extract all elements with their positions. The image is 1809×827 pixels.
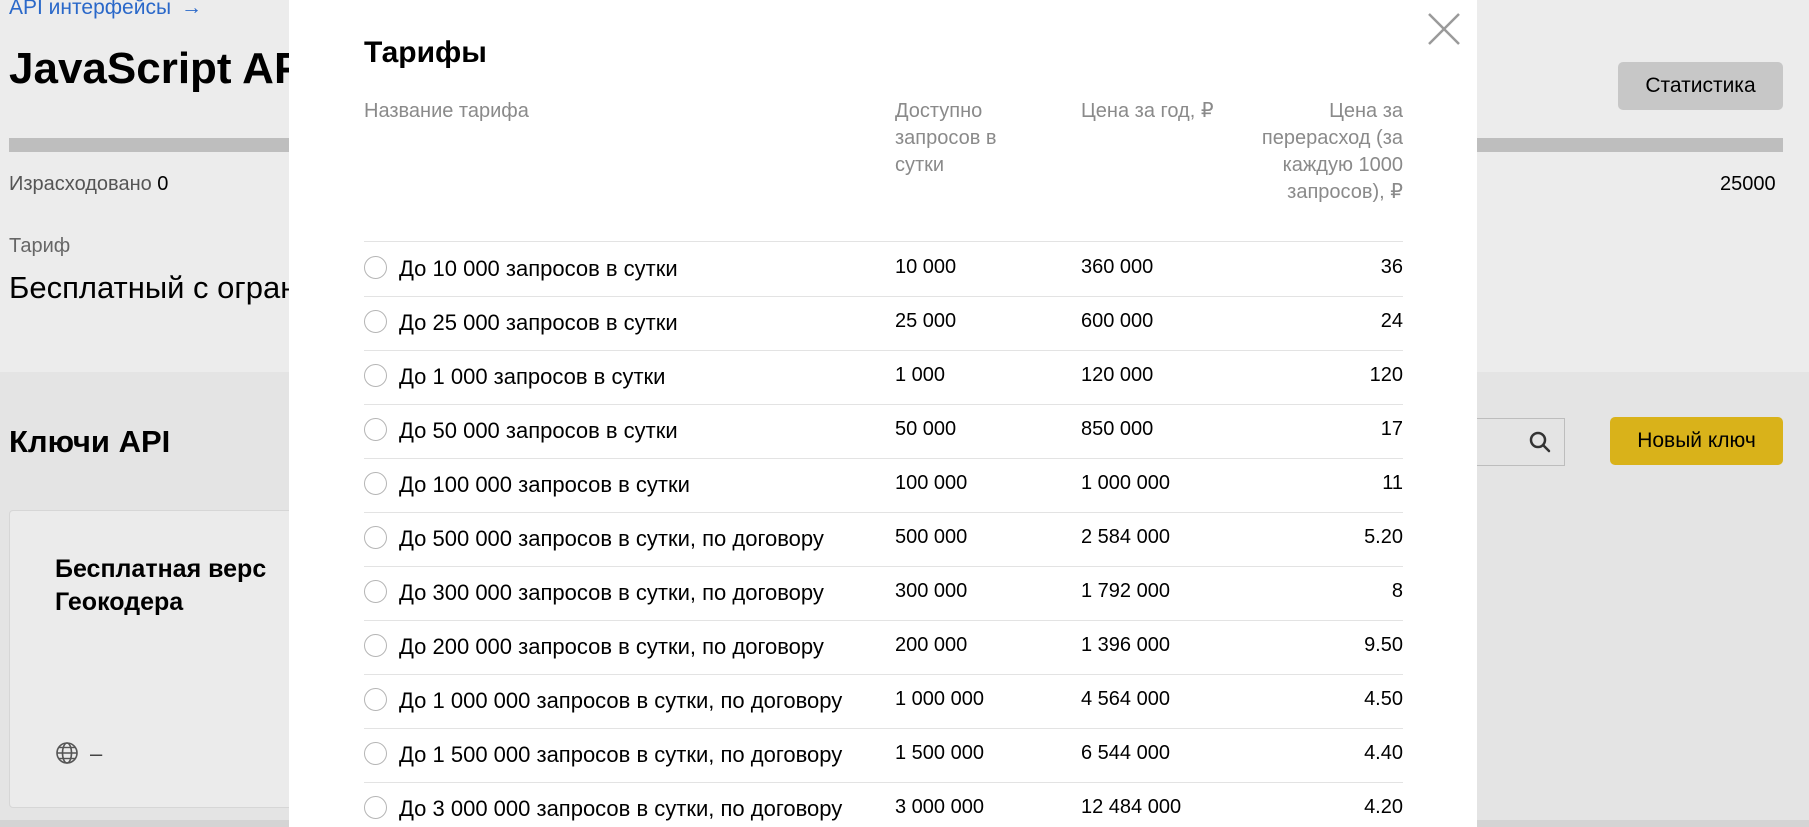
tariff-name: До 300 000 запросов в сутки, по договору — [399, 580, 824, 605]
tariff-available: 10 000 — [895, 256, 957, 278]
column-header-available: Доступно запросов в сутки — [895, 100, 997, 176]
tariff-year-price: 600 000 — [1081, 310, 1154, 332]
tariff-row[interactable]: До 3 000 000 запросов в сутки, по догово… — [364, 782, 1403, 827]
tariff-available: 50 000 — [895, 418, 957, 440]
tariff-row[interactable]: До 100 000 запросов в сутки 100 000 1 00… — [364, 458, 1403, 513]
tariff-name: До 1 000 запросов в сутки — [399, 364, 666, 389]
tariff-radio[interactable] — [364, 688, 387, 711]
tariff-year-price: 120 000 — [1081, 364, 1154, 386]
tariff-name: До 50 000 запросов в сутки — [399, 418, 678, 443]
modal-title: Тарифы — [364, 36, 487, 69]
tariff-available: 25 000 — [895, 310, 957, 332]
tariff-radio[interactable] — [364, 634, 387, 657]
tariff-overage-price: 4.50 — [1364, 688, 1403, 710]
tariff-year-price: 2 584 000 — [1081, 526, 1170, 548]
tariff-year-price: 360 000 — [1081, 256, 1154, 278]
tariff-year-price: 1 000 000 — [1081, 472, 1170, 494]
tariff-year-price: 850 000 — [1081, 418, 1154, 440]
search-icon[interactable] — [1528, 430, 1552, 454]
tariff-row[interactable]: До 300 000 запросов в сутки, по договору… — [364, 566, 1403, 621]
tariff-radio[interactable] — [364, 526, 387, 549]
column-header-name: Название тарифа — [364, 100, 529, 122]
tariff-row[interactable]: До 200 000 запросов в сутки, по договору… — [364, 620, 1403, 675]
breadcrumb-link[interactable]: API интерфейсы — [9, 0, 171, 19]
tariff-overage-price: 4.20 — [1364, 796, 1403, 818]
tariff-label: Тариф — [9, 235, 71, 257]
tariff-radio[interactable] — [364, 364, 387, 387]
tariff-name: До 1 000 000 запросов в сутки, по догово… — [399, 688, 843, 713]
tariff-overage-price: 8 — [1391, 580, 1403, 602]
tariff-radio[interactable] — [364, 472, 387, 495]
key-card-domain: – — [90, 741, 103, 766]
tariff-available: 200 000 — [895, 634, 968, 656]
tariff-row[interactable]: До 25 000 запросов в сутки 25 000 600 00… — [364, 296, 1403, 351]
tariff-radio[interactable] — [364, 796, 387, 819]
tariff-available: 100 000 — [895, 472, 968, 494]
tariff-overage-price: 17 — [1380, 418, 1403, 440]
tariff-row[interactable]: До 1 000 000 запросов в сутки, по догово… — [364, 674, 1403, 729]
tariff-name: До 25 000 запросов в сутки — [399, 310, 678, 335]
new-key-button[interactable]: Новый ключ — [1610, 417, 1783, 465]
tariff-radio[interactable] — [364, 310, 387, 333]
tariff-row[interactable]: До 50 000 запросов в сутки 50 000 850 00… — [364, 404, 1403, 459]
tariff-row[interactable]: До 500 000 запросов в сутки, по договору… — [364, 512, 1403, 567]
usage-spent-value: 0 — [157, 173, 169, 195]
tariff-available: 500 000 — [895, 526, 968, 548]
arrow-right-icon: → — [181, 0, 203, 19]
tariff-overage-price: 5.20 — [1364, 526, 1403, 548]
column-header-overage: Цена за перерасход (за каждую 1000 запро… — [1261, 100, 1403, 203]
tariff-name: До 10 000 запросов в сутки — [399, 256, 678, 281]
api-key-card[interactable]: Бесплатная верс Геокодера – — [9, 510, 311, 808]
tariff-available: 1 500 000 — [895, 742, 984, 764]
tariffs-modal: Тарифы Название тарифа Доступно запросов… — [289, 0, 1477, 827]
tariff-overage-price: 36 — [1380, 256, 1403, 278]
tariff-available: 300 000 — [895, 580, 968, 602]
tariff-row[interactable]: До 10 000 запросов в сутки 10 000 360 00… — [364, 242, 1403, 297]
tariff-row[interactable]: До 1 500 000 запросов в сутки, по догово… — [364, 728, 1403, 783]
tariff-overage-price: 4.40 — [1364, 742, 1403, 764]
tariff-value: Бесплатный с огран — [9, 270, 298, 305]
tariff-overage-price: 120 — [1369, 364, 1403, 386]
tariff-available: 1 000 — [895, 364, 946, 386]
tariff-radio[interactable] — [364, 418, 387, 441]
keys-section-title: Ключи API — [9, 424, 171, 459]
tariff-overage-price: 11 — [1382, 472, 1403, 494]
statistics-button[interactable]: Статистика — [1618, 62, 1783, 110]
tariff-year-price: 1 792 000 — [1081, 580, 1170, 602]
tariff-overage-price: 9.50 — [1364, 634, 1403, 656]
tariff-name: До 100 000 запросов в сутки — [399, 472, 690, 497]
column-header-year-price: Цена за год, ₽ — [1081, 100, 1214, 122]
tariff-name: До 500 000 запросов в сутки, по договору — [399, 526, 824, 551]
breadcrumb[interactable]: API интерфейсы → — [9, 0, 202, 20]
tariff-name: До 3 000 000 запросов в сутки, по догово… — [399, 796, 843, 821]
tariff-name: До 200 000 запросов в сутки, по договору — [399, 634, 824, 659]
page-title: JavaScript AP — [9, 44, 304, 93]
tariff-available: 3 000 000 — [895, 796, 984, 818]
globe-icon — [56, 742, 78, 764]
key-card-title: Бесплатная верс Геокодера — [55, 555, 267, 616]
tariff-year-price: 4 564 000 — [1081, 688, 1170, 710]
usage-spent: Израсходовано 0 — [9, 173, 168, 196]
tariff-radio[interactable] — [364, 580, 387, 603]
usage-limit: 25000 — [1720, 173, 1776, 195]
tariff-radio[interactable] — [364, 256, 387, 279]
tariff-overage-price: 24 — [1380, 310, 1403, 332]
tariff-name: До 1 500 000 запросов в сутки, по догово… — [399, 742, 843, 767]
tariff-year-price: 6 544 000 — [1081, 742, 1170, 764]
tariff-radio[interactable] — [364, 742, 387, 765]
close-icon[interactable] — [1424, 9, 1464, 49]
tariff-available: 1 000 000 — [895, 688, 984, 710]
usage-spent-label: Израсходовано — [9, 173, 152, 195]
tariff-year-price: 1 396 000 — [1081, 634, 1170, 656]
tariff-year-price: 12 484 000 — [1081, 796, 1182, 818]
tariff-row[interactable]: До 1 000 запросов в сутки 1 000 120 000 … — [364, 350, 1403, 405]
